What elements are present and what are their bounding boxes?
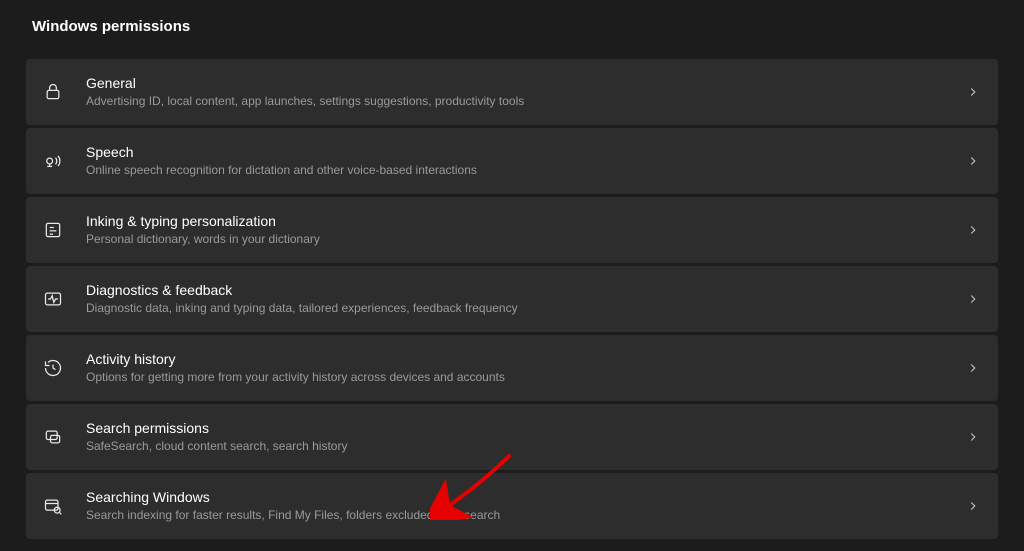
setting-text: Activity history Options for getting mor… xyxy=(86,350,966,386)
setting-text: Inking & typing personalization Personal… xyxy=(86,212,966,248)
setting-desc: Diagnostic data, inking and typing data,… xyxy=(86,301,966,317)
setting-desc: Search indexing for faster results, Find… xyxy=(86,508,966,524)
chevron-right-icon xyxy=(966,499,980,513)
setting-desc: SafeSearch, cloud content search, search… xyxy=(86,439,966,455)
setting-inking-typing[interactable]: Inking & typing personalization Personal… xyxy=(26,197,998,263)
setting-text: General Advertising ID, local content, a… xyxy=(86,74,966,110)
chevron-right-icon xyxy=(966,154,980,168)
search-permissions-icon xyxy=(40,424,66,450)
page-title: Windows permissions xyxy=(32,18,998,35)
setting-search-permissions[interactable]: Search permissions SafeSearch, cloud con… xyxy=(26,404,998,470)
inking-icon xyxy=(40,217,66,243)
setting-diagnostics[interactable]: Diagnostics & feedback Diagnostic data, … xyxy=(26,266,998,332)
chevron-right-icon xyxy=(966,430,980,444)
setting-title: Searching Windows xyxy=(86,488,966,506)
setting-activity-history[interactable]: Activity history Options for getting mor… xyxy=(26,335,998,401)
setting-text: Diagnostics & feedback Diagnostic data, … xyxy=(86,281,966,317)
setting-title: Diagnostics & feedback xyxy=(86,281,966,299)
setting-title: Search permissions xyxy=(86,419,966,437)
chevron-right-icon xyxy=(966,85,980,99)
chevron-right-icon xyxy=(966,361,980,375)
setting-title: Activity history xyxy=(86,350,966,368)
chevron-right-icon xyxy=(966,292,980,306)
settings-page: Windows permissions General Advertising … xyxy=(0,0,1024,539)
setting-speech[interactable]: Speech Online speech recognition for dic… xyxy=(26,128,998,194)
setting-text: Searching Windows Search indexing for fa… xyxy=(86,488,966,524)
chevron-right-icon xyxy=(966,223,980,237)
search-window-icon xyxy=(40,493,66,519)
diagnostics-icon xyxy=(40,286,66,312)
setting-text: Search permissions SafeSearch, cloud con… xyxy=(86,419,966,455)
setting-desc: Options for getting more from your activ… xyxy=(86,370,966,386)
setting-desc: Advertising ID, local content, app launc… xyxy=(86,94,966,110)
setting-text: Speech Online speech recognition for dic… xyxy=(86,143,966,179)
lock-icon xyxy=(40,79,66,105)
speech-icon xyxy=(40,148,66,174)
setting-title: Inking & typing personalization xyxy=(86,212,966,230)
settings-list: General Advertising ID, local content, a… xyxy=(26,59,998,539)
setting-general[interactable]: General Advertising ID, local content, a… xyxy=(26,59,998,125)
setting-title: General xyxy=(86,74,966,92)
history-icon xyxy=(40,355,66,381)
setting-searching-windows[interactable]: Searching Windows Search indexing for fa… xyxy=(26,473,998,539)
setting-desc: Online speech recognition for dictation … xyxy=(86,163,966,179)
setting-title: Speech xyxy=(86,143,966,161)
setting-desc: Personal dictionary, words in your dicti… xyxy=(86,232,966,248)
